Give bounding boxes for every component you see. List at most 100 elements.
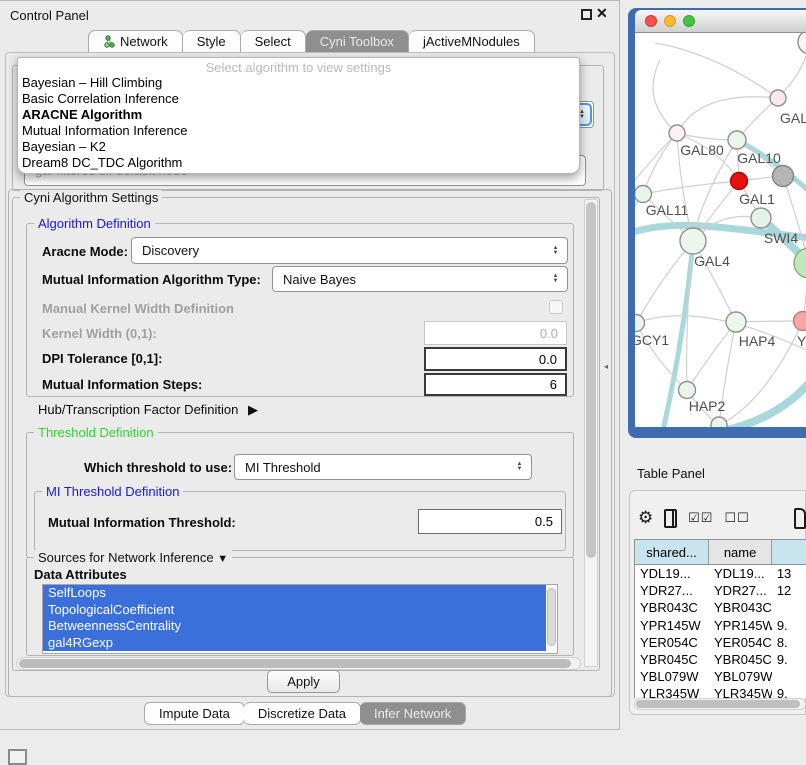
spinner-icon: ▲▼ [513,462,526,472]
network-canvas[interactable]: GAL GAL80 GAL10 GAL1 GAL11 SWI4 GAL4 GCY… [635,33,806,427]
table-row[interactable]: YER054C YER054C 8. [635,634,806,651]
tab-style[interactable]: Style [183,30,241,53]
data-attributes-list[interactable]: SelfLoops TopologicalCoefficient Between… [42,584,558,654]
node-label: SWI4 [764,230,798,246]
node-label: Y [797,333,806,349]
node-gal80[interactable] [669,125,685,141]
table-row[interactable]: YPR145W YPR145W 9. [635,617,806,634]
table-row[interactable]: YBR043C YBR043C [635,599,806,616]
dropdown-item[interactable]: Bayesian – K2 [18,139,579,155]
settings-horizontal-scrollbar[interactable] [16,657,581,670]
node-swi4[interactable] [751,208,771,228]
hub-section-toggle[interactable]: Hub/Transcription Factor Definition ▶ [38,402,258,418]
table-row[interactable]: YBR045C YBR045C 9. [635,651,806,668]
float-icon[interactable] [581,9,592,20]
node-bottom[interactable] [711,417,727,427]
cyni-bottom-tabs: Impute Data Discretize Data Infer Networ… [145,702,466,725]
mi-type-value: Naive Bayes [273,272,549,287]
splitter-collapse-arrow[interactable]: ◂ [604,362,608,371]
tab-select[interactable]: Select [241,30,306,53]
mi-type-combo[interactable]: Naive Bayes ▲▼ [272,266,568,292]
tab-jactivemnodules[interactable]: jActiveMNodules [409,30,535,53]
tab-cyni-toolbox[interactable]: Cyni Toolbox [306,30,409,53]
dpi-tolerance-field[interactable]: 0.0 [424,347,567,371]
dropdown-item-selected[interactable]: ARACNE Algorithm [18,107,579,123]
node-hap4[interactable] [726,312,746,332]
dropdown-item[interactable]: Dream8 DC_TDC Algorithm [18,155,579,171]
dropdown-item[interactable]: Bayesian – Hill Climbing [18,75,579,91]
tab-discretize-data[interactable]: Discretize Data [244,702,361,725]
table-row[interactable]: YLR345W YLR345W 9. [635,685,806,698]
cell: YBL079W [635,668,709,685]
cell: 9. [772,651,806,668]
tab-label: Network [120,34,168,49]
cell: YDR27... [709,582,772,599]
table-row[interactable]: YDR27... YDR27... 12 [635,582,806,599]
cell: 13 [772,565,806,582]
deselect-all-icon[interactable]: ☐☐ [724,510,749,526]
tab-impute-data[interactable]: Impute Data [144,702,245,725]
table-horizontal-scrollbar[interactable] [634,698,806,710]
table-row[interactable]: YDL19... YDL19... 13 [635,565,806,582]
node-gal4[interactable] [680,228,706,254]
file-icon[interactable] [794,508,806,529]
tab-label: Style [197,34,226,49]
cell: YDR27... [635,582,709,599]
cell: YER054C [635,634,709,651]
node-unlabeled[interactable] [798,33,806,54]
threshold-definition-title: Threshold Definition [34,425,158,440]
zoom-button[interactable] [683,15,695,27]
column-header-partial[interactable] [772,540,806,564]
table-row[interactable]: YBL079W YBL079W [635,668,806,685]
node-hap2[interactable] [679,382,696,399]
scrollbar-thumb[interactable] [636,700,800,708]
docked-panel-icon[interactable] [8,749,27,765]
mi-threshold-field[interactable]: 0.5 [418,509,562,534]
control-panel-tabs: Network Style Select Cyni Toolbox jActiv… [88,30,535,53]
scrollbar-thumb[interactable] [586,202,596,558]
scrollbar-thumb[interactable] [19,659,571,668]
aracne-mode-combo[interactable]: Discovery ▲▼ [131,237,568,264]
list-item[interactable]: gal4RGexp [43,635,546,652]
dropdown-placeholder: Select algorithm to view settings [18,58,579,75]
settings-vertical-scrollbar[interactable] [584,199,598,667]
tab-label: Cyni Toolbox [320,34,394,49]
cell: YBR045C [635,651,709,668]
column-header-name[interactable]: name [709,540,772,564]
node-salmon[interactable] [794,312,806,331]
network-window-titlebar[interactable] [635,10,806,33]
mi-steps-field[interactable]: 6 [424,373,567,396]
column-header-shared-name[interactable]: shared... [635,540,709,564]
column-layout-icon[interactable] [664,509,677,528]
list-item[interactable]: TopologicalCoefficient [43,602,546,619]
tab-network[interactable]: Network [88,30,183,53]
gear-icon[interactable]: ⚙ [638,508,653,528]
list-item[interactable]: SelfLoops [43,585,546,602]
close-button[interactable] [645,15,657,27]
mi-type-label: Mutual Information Algorithm Type: [42,272,261,287]
cell: 9. [772,617,806,634]
dropdown-item[interactable]: Mutual Information Inference [18,123,579,139]
dpi-tolerance-label: DPI Tolerance [0,1]: [42,351,162,366]
tab-infer-network[interactable]: Infer Network [360,702,466,725]
node-gal11[interactable] [635,186,652,203]
node-gal10[interactable] [728,131,746,149]
minimize-button[interactable] [664,15,676,27]
sources-group-toggle[interactable]: Sources for Network Inference ▼ [34,550,232,565]
list-scrollbar-thumb[interactable] [547,588,556,646]
dropdown-item[interactable]: Basic Correlation Inference [18,91,579,107]
which-threshold-combo[interactable]: MI Threshold ▲▼ [234,454,532,480]
list-item[interactable]: BetweennessCentrality [43,618,546,635]
node-gal1-selected[interactable] [731,173,748,190]
hub-section-label: Hub/Transcription Factor Definition [38,402,238,417]
close-icon[interactable]: ✕ [596,5,608,22]
cell [772,668,806,685]
select-all-icon[interactable]: ☑☑ [688,510,713,526]
manual-kernel-checkbox[interactable] [549,300,563,314]
node-gray[interactable] [773,166,794,187]
node-gal[interactable] [770,90,786,106]
kernel-width-field[interactable]: 0.0 [424,321,567,345]
node-gcy1[interactable] [635,315,645,332]
apply-button[interactable]: Apply [267,670,340,693]
node-label: GCY1 [635,332,669,348]
